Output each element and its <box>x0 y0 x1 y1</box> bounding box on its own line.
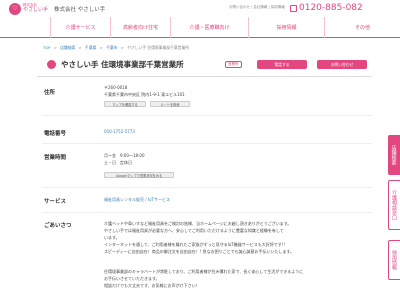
nav-home[interactable] <box>0 17 50 38</box>
site-header: ♡ 株式会社 やさしい手 株式会社 やさしい手 お問い合わせ | 会社情報 | … <box>0 0 400 17</box>
side-tab-consult[interactable]: 介護相談窓口 <box>388 180 400 230</box>
logo-mark-icon: ♡ <box>9 2 21 15</box>
breadcrumb-sep: > <box>78 45 82 50</box>
divider <box>42 212 372 213</box>
nav-item-professional[interactable]: 介護・医療職向け <box>170 17 248 38</box>
hours-weekday: 月〜金 9:00〜18:00 <box>104 153 145 158</box>
breadcrumb-top[interactable]: TOP <box>43 45 51 50</box>
map-button[interactable]: マップを確認する <box>104 101 146 107</box>
greeting-line: います。 <box>104 235 120 240</box>
company-name: 株式会社 やさしい手 <box>54 6 106 13</box>
divider <box>42 143 372 144</box>
side-tab-recruit[interactable]: 採用情報 <box>388 240 400 280</box>
nav-item-care[interactable]: 介護サービス <box>50 17 110 38</box>
side-tab-store-search[interactable]: 店舗検索 <box>388 135 400 175</box>
breadcrumb-sep: > <box>53 45 58 50</box>
address-zip: 〒260-0018 <box>104 85 128 90</box>
breadcrumb-current: やさしい手 住環境事業部千葉営業所 <box>127 45 190 50</box>
call-button[interactable]: 電話する <box>257 60 307 69</box>
greeting-line: やさしい手では福祉用具が必要な方へ、安心してご利用いただけるように豊富な知識と経… <box>104 228 284 233</box>
divider <box>42 115 372 116</box>
phone-number: 0120-885-082 <box>299 3 363 13</box>
logo-text: やさしい手 <box>23 6 49 13</box>
phone-label: 電話番号 <box>44 131 67 137</box>
phone-icon <box>290 4 297 12</box>
service-value[interactable]: 福祉用具レンタル販売 / IoTサービス <box>104 197 170 203</box>
hours-label: 営業時間 <box>44 155 67 161</box>
breadcrumb-city[interactable]: 千葉市 <box>106 45 117 50</box>
nav-item-recruit[interactable]: 採用情報 <box>248 17 324 38</box>
nav-item-housing[interactable]: 高齢者向け住宅 <box>110 17 170 38</box>
contact-button[interactable]: お問い合わせ <box>317 60 367 69</box>
breadcrumb-sep: > <box>120 45 124 50</box>
greeting-line: 相談だけでも大丈夫です、お気軽にお声がけ下さい！ <box>104 283 200 288</box>
divider <box>42 187 372 188</box>
heart-logo-icon <box>47 60 56 69</box>
greeting-line: 住環境事業部のキャラバートが常駐しており、ご利用者様が住み慣れた家で、長く安心し… <box>104 269 304 274</box>
greeting-line: スピーディーに自由自在！商品の御注文を自由自在！! 急なお困りごとでも誠心誠意お… <box>104 249 295 254</box>
main-nav: 介護サービス 高齢者向け住宅 介護・医療職向け 採用情報 その他 <box>0 17 400 38</box>
nav-item-other[interactable]: その他 <box>324 17 400 38</box>
status-badge: 営業所 <box>225 61 242 68</box>
greeting-line: 介護ベッドや車いすなど福祉用具をご検討の皆様、当ホームページにお越し頂きありがと… <box>104 221 292 226</box>
route-button[interactable]: ルートを検索 <box>150 101 190 107</box>
google-map-button[interactable]: Googleマップで営業状況をみる <box>104 172 174 178</box>
title-bar: やさしい手 住環境事業部千葉営業所 営業所 電話する お問い合わせ <box>37 52 372 77</box>
address-line: 千葉県千葉市中央区 院内1-9-1 東エビル101 <box>104 92 185 97</box>
breadcrumb-sep: > <box>99 45 103 50</box>
service-label: サービス <box>44 199 67 205</box>
greeting-label: ごあいさつ <box>44 223 72 229</box>
breadcrumb-search[interactable]: 店舗検索 <box>60 45 75 50</box>
hours-weekend: 土・日 定休日 <box>104 160 132 165</box>
header-phone[interactable]: 0120-885-082 <box>290 3 363 13</box>
address-label: 住所 <box>44 90 56 96</box>
header-links[interactable]: お問い合わせ | 会社情報 | 採用情報 <box>229 5 285 10</box>
greeting-line: お手伝いさせていただきます。 <box>104 276 160 281</box>
phone-value[interactable]: 050-1752-5773 <box>104 129 135 135</box>
logo[interactable]: ♡ 株式会社 やさしい手 <box>9 2 49 15</box>
breadcrumb: TOP > 店舗検索 > 千葉県 > 千葉市 > やさしい手 住環境事業部千葉営… <box>43 45 191 51</box>
page-title: やさしい手 住環境事業部千葉営業所 <box>61 60 184 69</box>
greeting-line: インターネットを通して、ご利用者様を離れたご家族がずっと見守るIoT機器サービス… <box>104 242 285 247</box>
breadcrumb-pref[interactable]: 千葉県 <box>85 45 96 50</box>
